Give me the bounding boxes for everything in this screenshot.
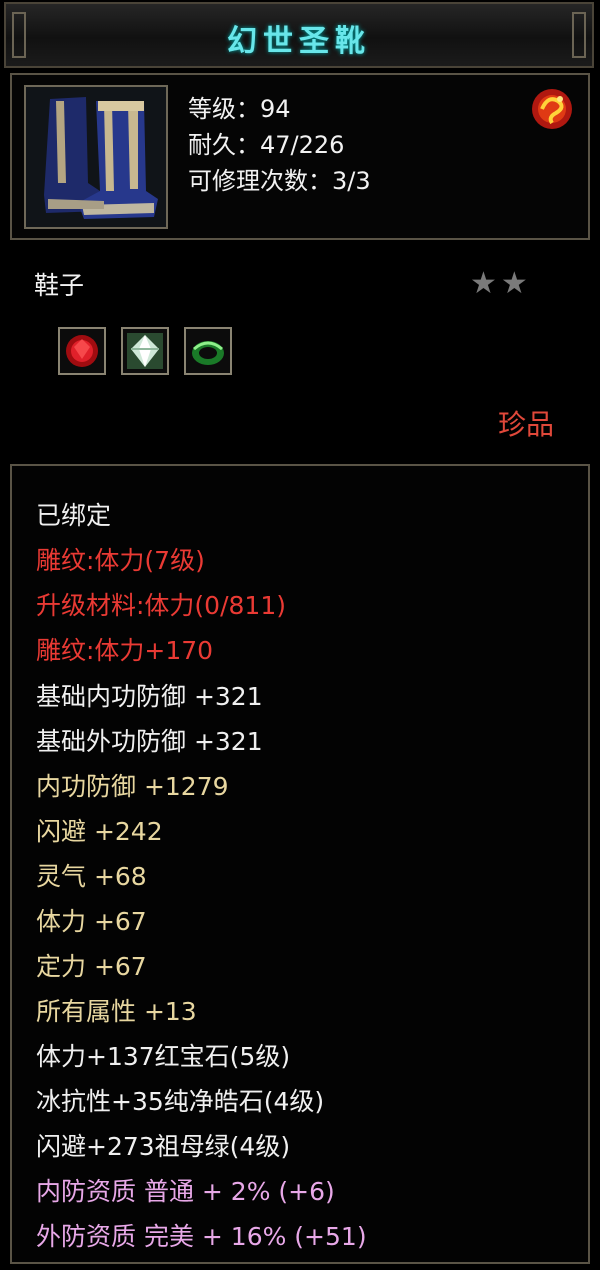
attr-line: 雕纹:体力+170 [36,636,214,665]
boots-icon[interactable] [24,85,168,229]
attr-line: 内功防御 +1279 [36,772,229,801]
ruby-gem-icon[interactable] [58,327,106,375]
attributes-panel: 已绑定 雕纹:体力(7级) 升级材料:体力(0/811) 雕纹:体力+170 基… [10,464,590,1264]
attr-line: 所有属性 +13 [36,997,197,1026]
attr-line: 定力 +67 [36,952,147,981]
attr-line: 闪避+273祖母绿(4级) [36,1132,291,1161]
repair-count-stat: 可修理次数：3/3 [188,167,371,195]
diamond-gem-icon[interactable] [121,327,169,375]
level-stat: 等级：94 [188,95,291,123]
attr-line: 雕纹:体力(7级) [36,546,205,575]
item-title-bar: 幻世圣靴 [4,2,594,68]
attr-line: 基础内功防御 +321 [36,682,263,711]
attr-line: 基础外功防御 +321 [36,727,263,756]
durability-stat: 耐久：47/226 [188,131,345,159]
attr-line: 体力 +67 [36,907,147,936]
attr-line: 已绑定 [36,501,112,530]
item-header-panel: 等级：94 耐久：47/226 可修理次数：3/3 [10,73,590,240]
attr-line: 内防资质 普通 + 2% (+6) [36,1177,335,1206]
emerald-gem-icon[interactable] [184,327,232,375]
star-rating: ★★ [470,266,532,301]
attr-line: 冰抗性+35纯净皓石(4级) [36,1087,325,1116]
attr-line: 灵气 +68 [36,862,147,891]
item-name: 幻世圣靴 [227,24,371,59]
item-type: 鞋子 [34,271,85,300]
attr-line: 体力+137红宝石(5级) [36,1042,291,1071]
fire-orb-icon[interactable] [530,87,574,131]
attr-line: 外防资质 完美 + 16% (+51) [36,1222,367,1251]
rarity-label: 珍品 [497,408,554,441]
attr-line: 闪避 +242 [36,817,163,846]
attr-line: 升级材料:体力(0/811) [36,591,286,620]
